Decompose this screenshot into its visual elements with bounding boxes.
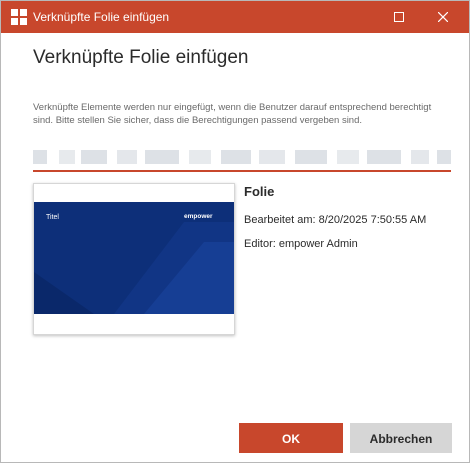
title-bar: Verknüpfte Folie einfügen: [1, 1, 469, 33]
redacted-block: [59, 150, 75, 164]
close-icon: [438, 12, 448, 22]
cancel-button[interactable]: Abbrechen: [350, 423, 452, 453]
redacted-block: [145, 150, 179, 164]
redacted-block: [117, 150, 137, 164]
redacted-block: [295, 150, 327, 164]
redacted-block: [337, 150, 359, 164]
edited-date: Bearbeitet am: 8/20/2025 7:50:55 AM: [244, 214, 427, 226]
ok-button[interactable]: OK: [239, 423, 343, 453]
slide-search-input[interactable]: [33, 144, 451, 172]
dialog-heading: Verknüpfte Folie einfügen: [33, 47, 249, 68]
permissions-info-text: Verknüpfte Elemente werden nur eingefügt…: [33, 102, 432, 126]
slide-name: Folie: [244, 184, 275, 199]
close-button[interactable]: [427, 1, 459, 33]
redacted-block: [259, 150, 285, 164]
redacted-block: [221, 150, 251, 164]
redacted-block: [33, 150, 47, 164]
redacted-block: [367, 150, 401, 164]
redacted-block: [437, 150, 451, 164]
slide-title: Titel: [46, 214, 59, 221]
editor-name: Editor: empower Admin: [244, 238, 358, 250]
redacted-block: [411, 150, 429, 164]
window-title: Verknüpfte Folie einfügen: [33, 10, 170, 24]
empower-logo: empower: [184, 213, 213, 220]
slide-preview: Titel empower: [34, 202, 234, 314]
dialog-window: Verknüpfte Folie einfügen Verknüpfte Fol…: [0, 0, 470, 463]
maximize-button[interactable]: [383, 1, 415, 33]
powerpoint-app-icon: [11, 9, 27, 25]
redacted-block: [81, 150, 107, 164]
maximize-icon: [394, 12, 404, 22]
slide-thumbnail[interactable]: Titel empower: [33, 183, 235, 335]
redacted-block: [189, 150, 211, 164]
